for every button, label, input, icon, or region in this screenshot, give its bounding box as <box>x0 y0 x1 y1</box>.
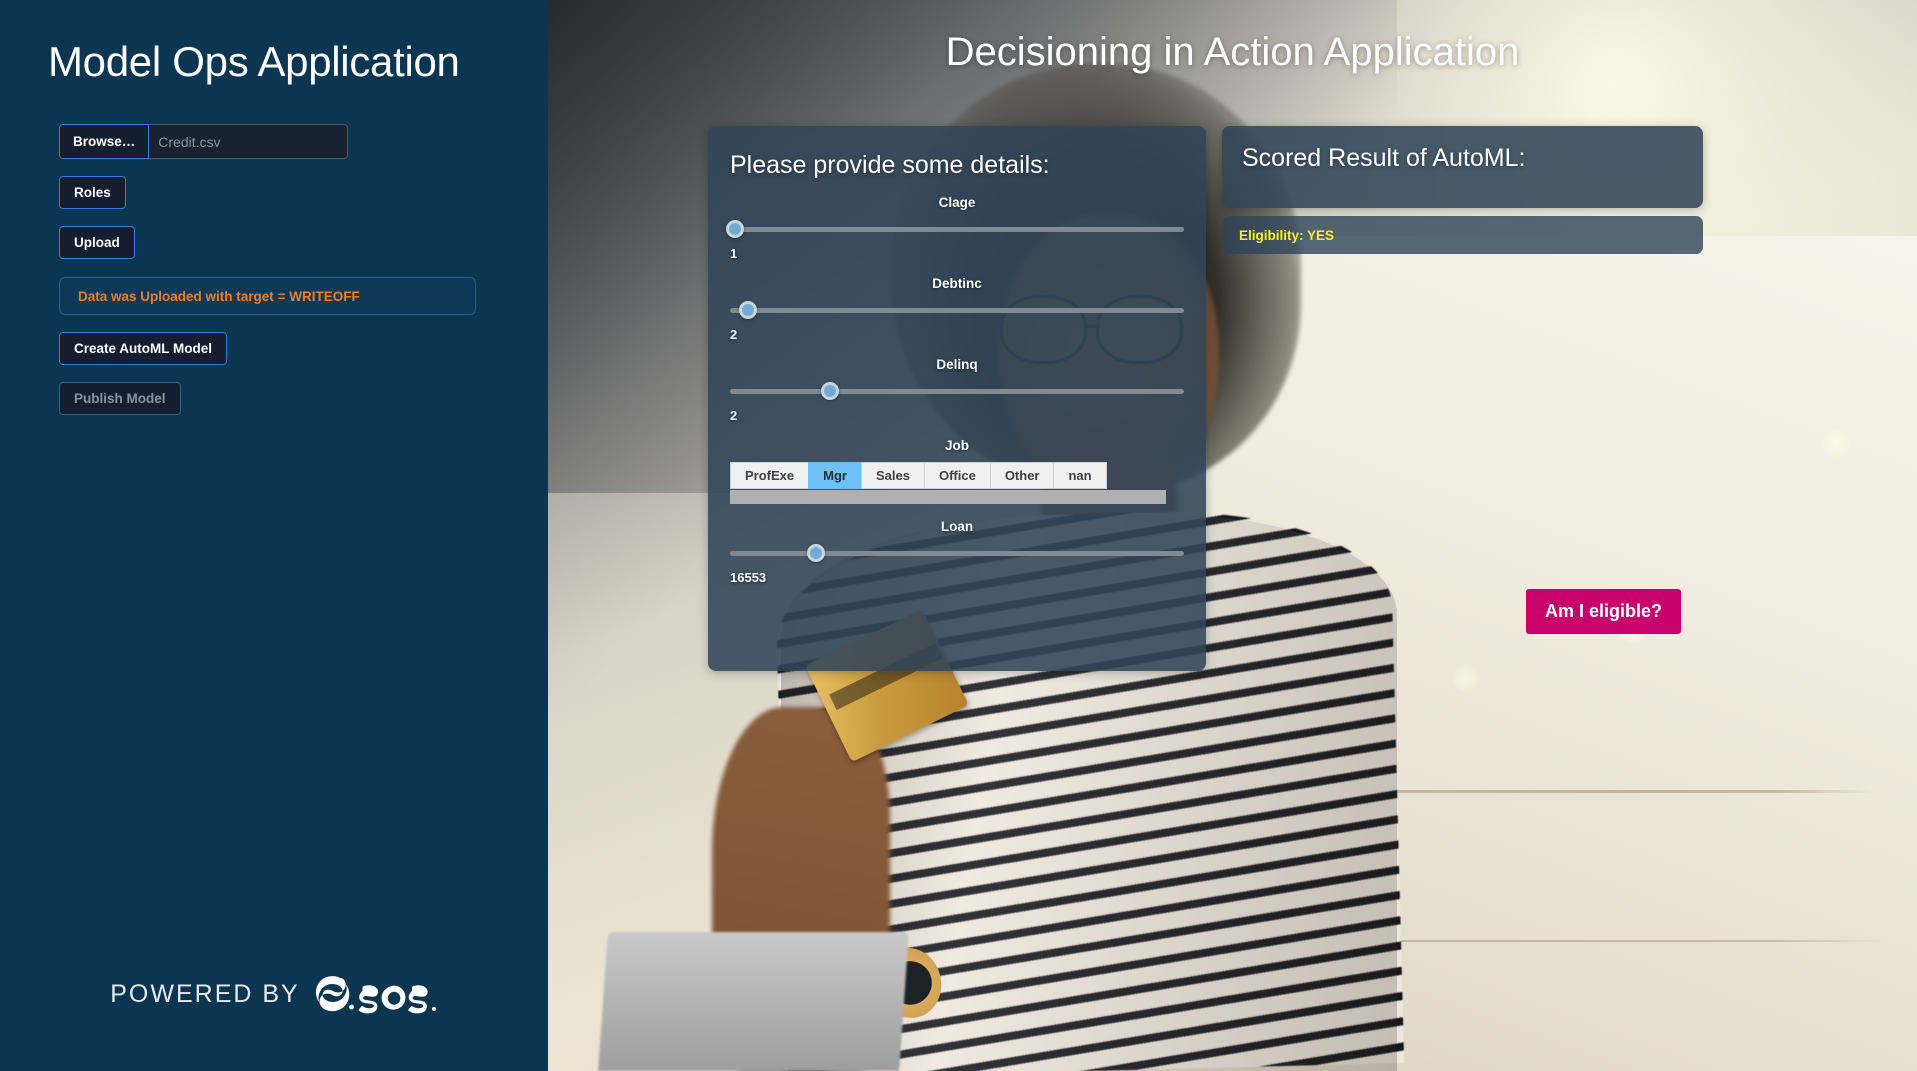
slider-group-debtinc: Debtinc 2 <box>730 276 1184 342</box>
radio-group-label-job: Job <box>944 438 969 453</box>
slider-label-clage: Clage <box>938 195 976 210</box>
slider-delinq[interactable] <box>730 382 1184 400</box>
form-panel-title: Please provide some details: <box>730 151 1050 179</box>
main-content: Decisioning in Action Application Please… <box>548 0 1917 1071</box>
result-panel-title: Scored Result of AutoML: <box>1242 144 1526 172</box>
radio-option-other[interactable]: Other <box>989 462 1054 489</box>
radio-option-nan[interactable]: nan <box>1053 462 1107 489</box>
create-automl-model-button[interactable]: Create AutoML Model <box>59 332 228 366</box>
radio-option-profexe[interactable]: ProfExe <box>730 462 809 489</box>
sidebar-title: Model Ops Application <box>48 38 460 85</box>
file-upload-row: Browse… Credit.csv <box>59 124 348 160</box>
radio-option-office[interactable]: Office <box>923 462 990 489</box>
sidebar: Model Ops Application Browse… Credit.csv… <box>0 0 548 1071</box>
roles-button[interactable]: Roles <box>59 176 126 210</box>
application-root: Model Ops Application Browse… Credit.csv… <box>0 0 1917 1071</box>
upload-button[interactable]: Upload <box>59 226 135 260</box>
radio-row-job: ProfExe Mgr Sales Office Other nan <box>730 462 1184 489</box>
status-equals: = <box>277 288 286 304</box>
selected-file-name[interactable]: Credit.csv <box>149 124 348 160</box>
am-i-eligible-button[interactable]: Am I eligible? <box>1525 589 1681 634</box>
slider-loan[interactable] <box>730 544 1184 562</box>
slider-handle-loan[interactable] <box>807 544 826 562</box>
slider-debtinc[interactable] <box>730 301 1184 319</box>
details-form-panel: Please provide some details: Clage 1 Deb… <box>708 126 1681 671</box>
sas-logo <box>315 976 436 1014</box>
slider-track-clage <box>730 227 1184 232</box>
submit-button-wrap: Am I eligible? <box>1525 589 1681 634</box>
upload-status-box: Data was Uploaded with target = WRITEOFF <box>59 277 476 316</box>
status-prefix: Data was Uploaded with target <box>78 288 274 304</box>
scored-result-panel: Scored Result of AutoML: <box>1222 126 1703 208</box>
panels-row: Please provide some details: Clage 1 Deb… <box>708 126 1703 671</box>
slider-track-loan <box>730 551 1184 556</box>
slider-track-delinq <box>730 389 1184 394</box>
sidebar-controls: Browse… Credit.csv Roles Upload Data was… <box>0 86 548 416</box>
slider-label-debtinc: Debtinc <box>932 276 982 291</box>
slider-label-delinq: Delinq <box>936 357 978 372</box>
slider-group-loan: Loan 16553 <box>730 519 1184 585</box>
slider-label-loan: Loan <box>940 519 974 534</box>
radio-group-job: Job ProfExe Mgr Sales Office Other nan <box>730 438 1184 504</box>
photo-laptop <box>597 931 909 1071</box>
slider-handle-clage[interactable] <box>725 220 744 238</box>
radio-group-horizontal-scrollbar[interactable] <box>730 490 1166 504</box>
radio-option-mgr[interactable]: Mgr <box>808 462 861 489</box>
slider-group-delinq: Delinq 2 <box>730 357 1184 423</box>
slider-handle-debtinc[interactable] <box>739 301 758 319</box>
page-title: Decisioning in Action Application <box>945 30 1520 74</box>
publish-model-button[interactable]: Publish Model <box>59 382 181 416</box>
eligibility-result-text: Eligibility: YES <box>1239 227 1335 243</box>
slider-value-delinq: 2 <box>730 408 738 423</box>
radio-option-sales[interactable]: Sales <box>860 462 924 489</box>
slider-handle-delinq[interactable] <box>820 382 839 400</box>
upload-status-text: Data was Uploaded with target = WRITEOFF <box>78 289 360 304</box>
browse-button[interactable]: Browse… <box>59 124 150 160</box>
powered-by-label: POWERED BY <box>110 979 300 1008</box>
powered-by-footer: POWERED BY <box>0 972 548 1016</box>
slider-track-debtinc <box>730 308 1184 313</box>
slider-value-clage: 1 <box>730 246 738 261</box>
eligibility-result-box: Eligibility: YES <box>1222 216 1703 254</box>
slider-clage[interactable] <box>725 220 1184 238</box>
slider-group-clage: Clage 1 <box>725 195 1184 261</box>
status-value: WRITEOFF <box>289 288 360 304</box>
slider-value-loan: 16553 <box>730 570 767 585</box>
slider-value-debtinc: 2 <box>730 327 738 342</box>
